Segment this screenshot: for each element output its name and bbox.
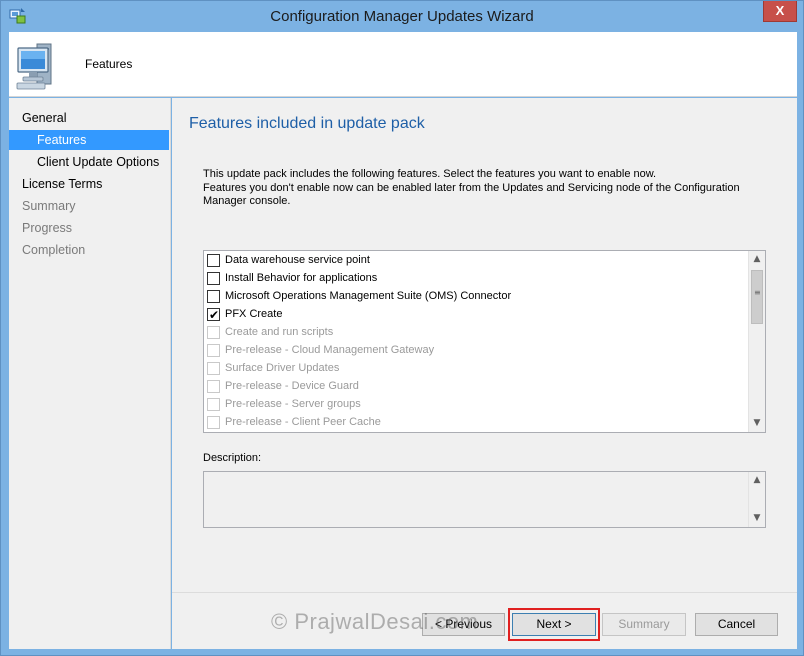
window-title: Configuration Manager Updates Wizard <box>270 8 534 25</box>
feature-label: Pre-release - Cloud Management Gateway <box>225 344 435 356</box>
next-button[interactable]: Next > <box>512 613 596 636</box>
feature-label: Create and run scripts <box>225 326 334 338</box>
nav-item-client-update-options[interactable]: Client Update Options <box>9 152 169 172</box>
feature-item: Pre-release - Cloud Management Gateway <box>207 341 747 359</box>
feature-label: Pre-release - Device Guard <box>225 380 359 392</box>
feature-label: Surface Driver Updates <box>225 362 340 374</box>
nav-item-features[interactable]: Features <box>9 130 169 150</box>
feature-checkbox <box>207 326 220 339</box>
feature-checkbox <box>207 362 220 375</box>
feature-checkbox <box>207 398 220 411</box>
scroll-down-icon[interactable]: ▼ <box>749 510 765 526</box>
scroll-up-icon[interactable]: ▲ <box>749 251 765 267</box>
feature-label: Data warehouse service point <box>225 254 370 266</box>
feature-checkbox[interactable] <box>207 290 220 303</box>
grip-icon: ≡ <box>754 288 761 297</box>
wizard-footer: < Previous Next > Summary Cancel <box>172 592 797 649</box>
section-heading: Features included in update pack <box>189 115 425 132</box>
nav-item-completion: Completion <box>22 243 86 257</box>
feature-item: Pre-release - Device Guard <box>207 377 747 395</box>
feature-label: Pre-release - Client Peer Cache <box>225 416 381 428</box>
feature-checkbox[interactable] <box>207 272 220 285</box>
title-bar: Configuration Manager Updates Wizard X <box>1 1 803 32</box>
feature-item: Surface Driver Updates <box>207 359 747 377</box>
scroll-thumb[interactable] <box>751 270 763 324</box>
feature-item[interactable]: Install Behavior for applications <box>207 269 747 287</box>
feature-checkbox[interactable] <box>207 254 220 267</box>
scroll-up-icon[interactable]: ▲ <box>749 472 765 488</box>
previous-button[interactable]: < Previous <box>422 613 505 636</box>
wizard-nav: General Features Client Update Options L… <box>9 98 171 649</box>
feature-label: Pre-release - Server groups <box>225 398 361 410</box>
feature-checkbox <box>207 344 220 357</box>
feature-item[interactable]: Microsoft Operations Management Suite (O… <box>207 287 747 305</box>
page-title: Features <box>85 57 133 71</box>
computer-monitor-icon <box>16 43 52 90</box>
feature-label: PFX Create <box>225 308 283 320</box>
description-scrollbar[interactable]: ▲ ▼ <box>748 472 765 527</box>
feature-label: Install Behavior for applications <box>225 272 378 284</box>
feature-item[interactable]: Data warehouse service point <box>207 251 747 269</box>
feature-checkbox <box>207 380 220 393</box>
summary-button: Summary <box>602 613 686 636</box>
feature-checkbox-checked[interactable] <box>207 306 220 324</box>
close-button[interactable]: X <box>763 1 797 22</box>
intro-line-1: This update pack includes the following … <box>203 168 657 180</box>
feature-item: Pre-release - Client Peer Cache <box>207 413 747 431</box>
feature-item: Create and run scripts <box>207 323 747 341</box>
nav-item-progress: Progress <box>22 221 73 235</box>
feature-item: Pre-release - Server groups <box>207 395 747 413</box>
nav-item-general[interactable]: General <box>9 108 169 128</box>
wizard-header: Features <box>9 32 797 97</box>
nav-item-license-terms[interactable]: License Terms <box>9 174 169 194</box>
intro-line-2: Features you don't enable now can be ena… <box>203 181 740 208</box>
cancel-button[interactable]: Cancel <box>695 613 778 636</box>
feature-checkbox <box>207 416 220 429</box>
intro-text: This update pack includes the following … <box>203 168 763 209</box>
wizard-window: Configuration Manager Updates Wizard X F… <box>0 0 804 656</box>
features-scrollbar[interactable]: ▲ ≡ ▼ <box>748 251 765 432</box>
feature-item[interactable]: PFX Create <box>207 305 747 324</box>
description-label: Description: <box>203 452 262 464</box>
scroll-down-icon[interactable]: ▼ <box>749 415 765 431</box>
features-list: Data warehouse service point Install Beh… <box>203 250 766 433</box>
nav-item-summary: Summary <box>22 199 76 213</box>
main-panel: Features included in update pack This up… <box>172 98 797 592</box>
description-box: ▲ ▼ <box>203 471 766 528</box>
feature-label: Microsoft Operations Management Suite (O… <box>225 290 512 302</box>
